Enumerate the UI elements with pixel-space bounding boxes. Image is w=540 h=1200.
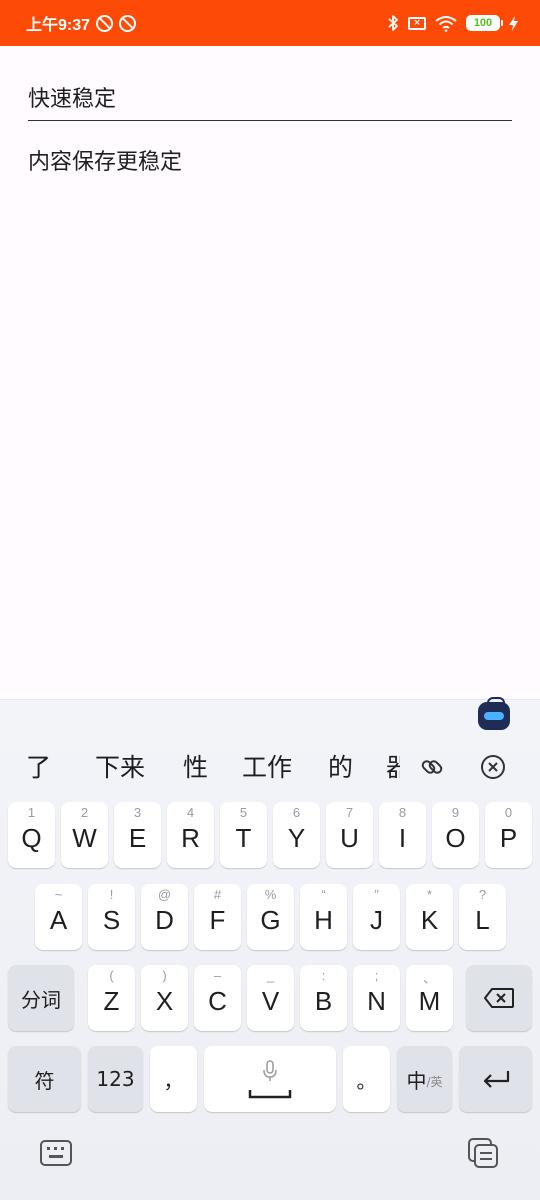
collapse-candidates-icon[interactable]	[478, 752, 508, 782]
key-m[interactable]: 、 M	[406, 965, 453, 1031]
key-i[interactable]: 8I	[379, 802, 426, 868]
key-w[interactable]: 2W	[61, 802, 108, 868]
key-y[interactable]: 6Y	[273, 802, 320, 868]
key-s[interactable]: ! S	[88, 884, 135, 950]
key-j[interactable]: ” J	[353, 884, 400, 950]
key-v[interactable]: _ V	[247, 965, 294, 1031]
backspace-icon	[466, 965, 532, 1031]
block-icon	[96, 14, 114, 32]
language-switch-key[interactable]: 中/英	[397, 1046, 452, 1112]
comma-key[interactable]: ，	[150, 1046, 197, 1112]
keyboard-switch-icon[interactable]	[39, 1138, 73, 1168]
sim-off-icon: ×	[408, 16, 426, 30]
key-b[interactable]: :B	[300, 965, 347, 1031]
candidate-word[interactable]: 工作	[242, 742, 292, 794]
wifi-icon	[435, 15, 457, 32]
key-h[interactable]: “H	[300, 884, 347, 950]
candidate-word[interactable]: 器	[386, 742, 400, 794]
status-bar: 上午9:37 × 100	[0, 0, 540, 46]
key-u[interactable]: 7U	[326, 802, 373, 868]
key-k[interactable]: * K	[406, 884, 453, 950]
period-key[interactable]: 。	[343, 1046, 390, 1112]
enter-icon	[459, 1046, 532, 1112]
microphone-icon	[262, 1060, 278, 1086]
key-e[interactable]: 3E	[114, 802, 161, 868]
key-r[interactable]: 4R	[167, 802, 214, 868]
key-g[interactable]: % G	[247, 884, 294, 950]
block-icon	[119, 14, 137, 32]
key-a[interactable]: ~ A	[35, 884, 82, 950]
bluetooth-icon	[388, 15, 398, 31]
key-z[interactable]: (Z	[88, 965, 135, 1031]
note-body-input[interactable]: 内容保存更稳定	[28, 146, 512, 180]
enter-key[interactable]	[459, 1046, 532, 1112]
space-key[interactable]	[204, 1046, 336, 1112]
candidate-bar: 了 下来 性 工作 的 器	[0, 742, 400, 794]
space-bar-icon	[248, 1084, 292, 1103]
key-t[interactable]: 5T	[220, 802, 267, 868]
candidate-word[interactable]: 的	[328, 742, 353, 794]
key-o[interactable]: 9O	[432, 802, 479, 868]
number-key[interactable]: 123	[88, 1046, 143, 1112]
symbol-key[interactable]: 符	[8, 1046, 81, 1112]
clipboard-icon[interactable]	[466, 1137, 500, 1168]
keyboard-assistant-icon[interactable]	[478, 697, 510, 730]
charging-icon	[509, 15, 518, 31]
key-p[interactable]: 0P	[485, 802, 532, 868]
status-time: 上午9:37	[26, 17, 91, 34]
backspace-key[interactable]	[466, 965, 532, 1031]
candidate-word[interactable]: 下来	[95, 742, 145, 794]
key-q[interactable]: 1Q	[8, 802, 55, 868]
key-l[interactable]: ? L	[459, 884, 506, 950]
key-d[interactable]: @ D	[141, 884, 188, 950]
key-f[interactable]: # F	[194, 884, 241, 950]
key-c[interactable]: – C	[194, 965, 241, 1031]
candidate-word[interactable]: 性	[183, 742, 208, 794]
key-n[interactable]: ; N	[353, 965, 400, 1031]
segment-key[interactable]: 分词	[8, 965, 74, 1031]
key-x[interactable]: ) X	[141, 965, 188, 1031]
battery-icon: 100	[466, 15, 503, 31]
candidate-word[interactable]: 了	[26, 742, 51, 794]
link-icon[interactable]	[417, 752, 447, 782]
note-title-input[interactable]: 快速稳定	[28, 82, 512, 121]
